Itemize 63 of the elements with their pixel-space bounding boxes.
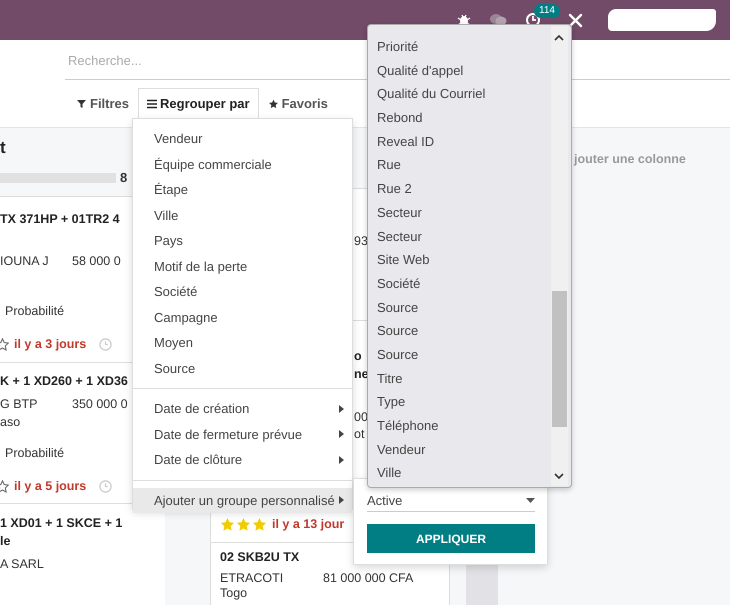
search-tab[interactable]: Regrouper par xyxy=(138,88,259,118)
customer-name: IOUNA J xyxy=(0,253,50,270)
list-option[interactable]: Secteur xyxy=(377,200,551,224)
field-select[interactable]: Active xyxy=(367,489,535,512)
customer-name: G BTP xyxy=(0,396,39,413)
clock-icon xyxy=(99,338,112,350)
card-text: 00 xyxy=(354,409,368,426)
card-text: Togo xyxy=(220,586,248,601)
card-title: le xyxy=(0,533,12,550)
card-title: o xyxy=(354,348,362,365)
amount: 81 000 000 CFA xyxy=(323,570,414,586)
scrollbar[interactable] xyxy=(551,26,568,486)
deadline-text: il y a 13 jour xyxy=(272,517,344,531)
card-text: 93 xyxy=(354,233,368,250)
chevron-down-icon xyxy=(554,473,564,479)
star-icon xyxy=(268,98,279,108)
list-option[interactable]: Société xyxy=(377,272,551,296)
list-option[interactable]: Type xyxy=(377,390,551,414)
list-option[interactable]: Qualité du Courriel xyxy=(377,82,551,106)
menu-item[interactable]: Équipe commerciale xyxy=(133,152,352,177)
list-option[interactable]: Source xyxy=(377,342,551,367)
amount: 350 000 0 xyxy=(72,396,128,413)
list-option[interactable]: Source xyxy=(377,319,551,343)
list-option[interactable]: Reveal ID xyxy=(377,130,551,154)
card-title: K + 1 XD260 + 1 XD36 xyxy=(0,373,129,390)
clock-icon xyxy=(99,480,112,492)
list-option[interactable]: Vendeur xyxy=(377,438,551,462)
card-text: aso xyxy=(0,414,22,431)
scrollbar-thumb[interactable] xyxy=(552,291,567,427)
list-option[interactable]: Site Web xyxy=(377,248,551,272)
list-option[interactable]: Rebond xyxy=(377,106,551,130)
card-text: ot xyxy=(354,426,364,443)
list-option[interactable]: Téléphone xyxy=(377,414,551,438)
list-option[interactable]: Rue 2 xyxy=(377,177,551,201)
notification-badge: 114 xyxy=(534,4,560,18)
card-title: 1 XD01 + 1 SKCE + 1 xyxy=(0,515,124,532)
list-option[interactable]: Priorité xyxy=(377,35,551,59)
list-icon xyxy=(147,98,158,108)
search-tab[interactable]: Favoris xyxy=(258,88,337,118)
caret-icon xyxy=(526,498,535,502)
customer-name: A SARL xyxy=(0,556,45,573)
star-icon xyxy=(252,516,267,532)
list-option[interactable]: Qualité d'appel xyxy=(377,58,551,82)
list-option[interactable]: Source xyxy=(377,296,551,320)
list-option[interactable]: Rue xyxy=(377,153,551,178)
deadline-text: il y a 5 jours xyxy=(14,479,86,493)
list-option[interactable]: Titre xyxy=(377,366,551,390)
deadline-text: il y a 3 jours xyxy=(14,337,86,351)
customer-name: ETRACOTI xyxy=(220,570,284,586)
amount: 58 000 0 xyxy=(72,253,121,270)
star-icon xyxy=(220,516,235,532)
search-tab[interactable]: Filtres xyxy=(68,88,138,118)
apply-button[interactable]: APPLIQUER xyxy=(367,524,535,553)
card-title: 02 SKB2U TX xyxy=(220,549,300,565)
filter-icon xyxy=(77,98,87,108)
star-icon xyxy=(236,516,251,532)
list-option[interactable]: Ville xyxy=(377,461,551,486)
priority-stars[interactable] xyxy=(220,516,267,532)
chevron-up-icon xyxy=(554,35,564,41)
list-option[interactable]: Secteur xyxy=(377,224,551,248)
menu-item[interactable]: Ajouter un groupe personnalisé xyxy=(133,488,352,513)
column-total: 8 xyxy=(120,170,128,185)
menu-item[interactable]: Vendeur xyxy=(133,126,352,152)
